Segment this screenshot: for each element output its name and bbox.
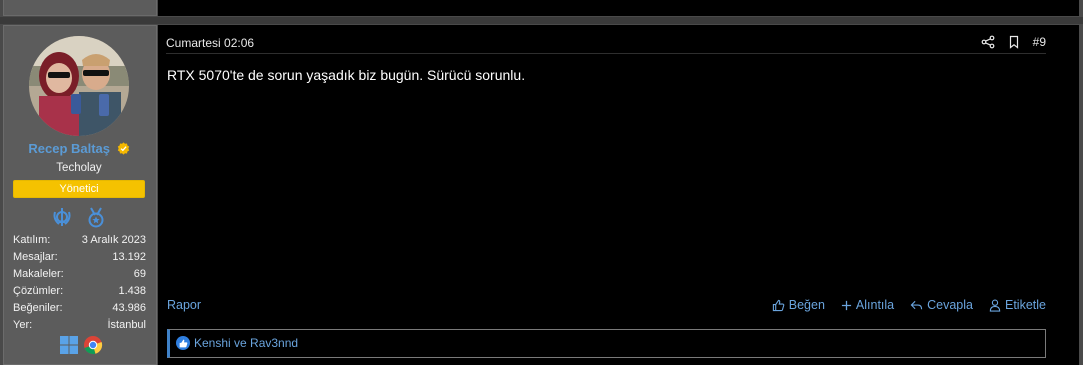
- stat-solutions: Çözümler: 1.438: [13, 283, 146, 300]
- post-actions: Rapor Beğen Alıntıla Cevapla Etiketle: [167, 298, 1046, 316]
- stat-label: Çözümler:: [13, 285, 64, 297]
- reply-button[interactable]: Cevapla: [910, 298, 973, 312]
- stat-label: Makaleler:: [13, 268, 64, 280]
- like-button[interactable]: Beğen: [772, 298, 825, 312]
- post-number[interactable]: #9: [1033, 35, 1046, 49]
- reactions-bar: Kenshi ve Rav3nnd: [167, 329, 1046, 358]
- tag-button[interactable]: Etiketle: [989, 298, 1046, 312]
- chrome-icon: [84, 336, 103, 355]
- user-info-panel: Recep Baltaş Techolay Yönetici Katılım: …: [3, 25, 157, 365]
- post: Recep Baltaş Techolay Yönetici Katılım: …: [0, 24, 1083, 365]
- post-separator: [0, 17, 1083, 24]
- stat-label: Katılım:: [13, 234, 51, 246]
- stat-value: 3 Aralık 2023: [81, 234, 146, 246]
- stat-value[interactable]: İstanbul: [107, 317, 146, 334]
- post-date[interactable]: Cumartesi 02:06: [166, 36, 254, 50]
- message-header: Cumartesi 02:06 #9: [166, 33, 1046, 54]
- bookmark-icon[interactable]: [1007, 35, 1021, 49]
- jedi-icon[interactable]: [51, 206, 73, 228]
- report-link[interactable]: Rapor: [167, 298, 201, 312]
- reply-label: Cevapla: [927, 298, 973, 312]
- stat-value: 43.986: [112, 302, 146, 314]
- stat-label: Beğeniler:: [13, 302, 63, 314]
- stat-location: Yer: İstanbul: [13, 317, 146, 334]
- medal-icon[interactable]: [85, 206, 107, 228]
- windows-icon: [60, 336, 78, 354]
- stat-articles: Makaleler: 69: [13, 266, 146, 283]
- post-content: RTX 5070'te de sorun yaşadık biz bugün. …: [167, 67, 526, 83]
- reply-icon: [910, 300, 923, 309]
- share-icon[interactable]: [981, 35, 995, 49]
- reactions-users[interactable]: Kenshi ve Rav3nnd: [194, 336, 298, 350]
- stat-value[interactable]: 69: [134, 266, 146, 283]
- user-title: Techolay: [56, 162, 102, 174]
- plus-icon: [841, 300, 851, 310]
- stat-value[interactable]: 13.192: [112, 249, 146, 266]
- thumbs-up-icon: [772, 299, 785, 311]
- post-action-buttons: Beğen Alıntıla Cevapla Etiketle: [772, 298, 1046, 312]
- platform-icons: [59, 334, 105, 356]
- avatar-image: [29, 36, 129, 136]
- user-stats: Katılım: 3 Aralık 2023 Mesajlar: 13.192 …: [13, 232, 146, 334]
- user-icon: [989, 299, 1001, 312]
- stat-label: Mesajlar:: [13, 251, 58, 263]
- previous-post-user-cell: [3, 0, 157, 16]
- stat-label: Yer:: [13, 319, 33, 331]
- previous-post: [0, 0, 1083, 17]
- username[interactable]: Recep Baltaş: [4, 141, 154, 156]
- message-body: Cumartesi 02:06 #9 RTX 5070'te de sorun …: [158, 25, 1079, 365]
- stat-messages: Mesajlar: 13.192: [13, 249, 146, 266]
- reactions-summary[interactable]: Kenshi ve Rav3nnd: [176, 336, 298, 350]
- stat-likes: Beğeniler: 43.986: [13, 300, 146, 317]
- tag-label: Etiketle: [1005, 298, 1046, 312]
- trophy-icons: [51, 206, 111, 228]
- stat-value: 1.438: [118, 285, 146, 297]
- verified-badge-icon: [117, 142, 129, 155]
- role-badge: Yönetici: [13, 180, 145, 198]
- previous-post-body: [158, 0, 1079, 16]
- like-label: Beğen: [788, 298, 825, 312]
- like-reaction-icon: [176, 336, 190, 350]
- avatar[interactable]: [29, 36, 129, 136]
- message-header-icons: #9: [981, 35, 1046, 49]
- quote-label: Alıntıla: [855, 298, 895, 312]
- stat-joined: Katılım: 3 Aralık 2023: [13, 232, 146, 249]
- quote-button[interactable]: Alıntıla: [841, 298, 894, 312]
- username-text[interactable]: Recep Baltaş: [28, 141, 110, 156]
